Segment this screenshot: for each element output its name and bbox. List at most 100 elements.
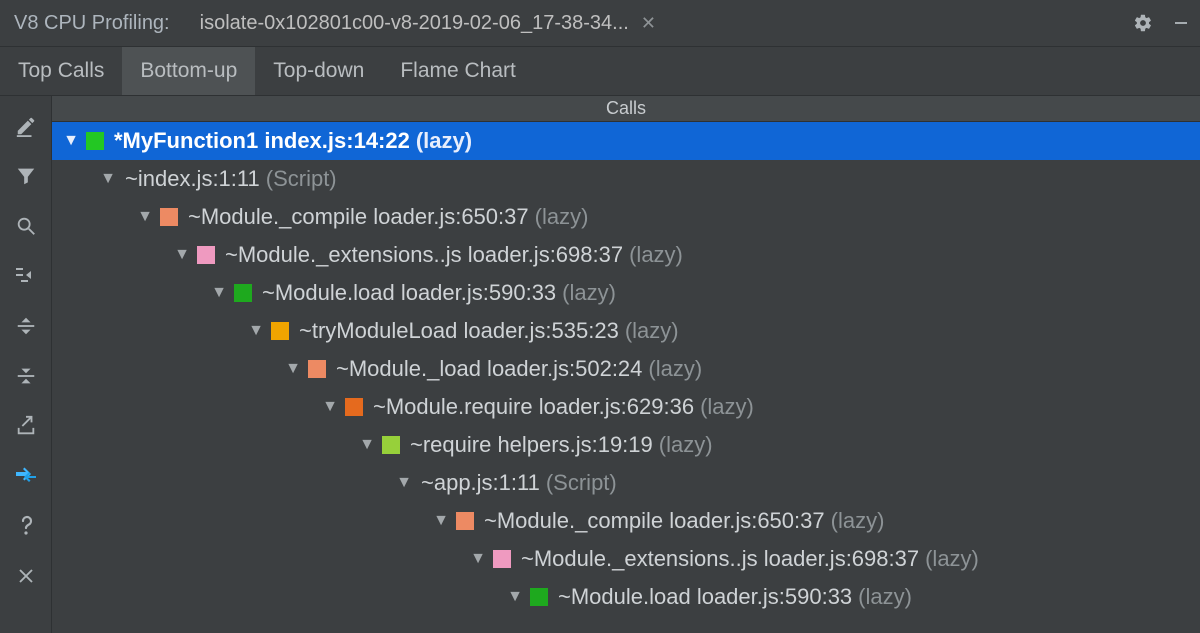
- call-suffix: (lazy): [535, 204, 589, 230]
- tree-row[interactable]: ▼ ~require helpers.js:19:19 (lazy): [52, 426, 1200, 464]
- call-name: ~tryModuleLoad loader.js:535:23: [299, 318, 619, 344]
- collapse-all-button[interactable]: [6, 356, 46, 396]
- gear-icon: [1133, 13, 1153, 33]
- call-name: ~require helpers.js:19:19: [410, 432, 653, 458]
- close-tab-icon[interactable]: ✕: [641, 13, 656, 34]
- tab-label: Bottom-up: [140, 59, 237, 83]
- expand-arrow-icon[interactable]: ▼: [60, 132, 82, 150]
- expand-arrow-icon[interactable]: ▼: [282, 360, 304, 378]
- tree-row[interactable]: ▼ ~app.js:1:11 (Script): [52, 464, 1200, 502]
- tab-flame-chart[interactable]: Flame Chart: [382, 47, 534, 95]
- close-icon: [17, 567, 35, 585]
- call-suffix: (lazy): [625, 318, 679, 344]
- color-swatch: [234, 284, 252, 302]
- expand-arrow-icon[interactable]: ▼: [393, 474, 415, 492]
- tree-row[interactable]: ▼ ~Module.require loader.js:629:36 (lazy): [52, 388, 1200, 426]
- tree-row[interactable]: ▼ ~Module._extensions..js loader.js:698:3…: [52, 236, 1200, 274]
- expand-arrow-icon[interactable]: ▼: [319, 398, 341, 416]
- profile-file-tab[interactable]: isolate-0x102801c00-v8-2019-02-06_17-38-…: [184, 0, 672, 46]
- color-swatch: [493, 550, 511, 568]
- tree-row[interactable]: ▼ *MyFunction1 index.js:14:22 (lazy): [52, 122, 1200, 160]
- call-tree[interactable]: ▼ *MyFunction1 index.js:14:22 (lazy) ▼ ~ind…: [52, 122, 1200, 633]
- call-suffix: (lazy): [858, 584, 912, 610]
- call-name: *MyFunction1 index.js:14:22: [114, 128, 410, 154]
- call-name: ~index.js:1:11: [125, 166, 260, 192]
- panel-title: V8 CPU Profiling:: [0, 0, 184, 46]
- call-name: ~app.js:1:11: [421, 470, 540, 496]
- tab-label: Top-down: [273, 59, 364, 83]
- expand-all-button[interactable]: [6, 306, 46, 346]
- tab-top-down[interactable]: Top-down: [255, 47, 382, 95]
- search-button[interactable]: [6, 206, 46, 246]
- collapse-tree-icon: [14, 265, 38, 287]
- expand-arrow-icon[interactable]: ▼: [245, 322, 267, 340]
- collapse-all-icon: [15, 365, 37, 387]
- call-name: ~Module.load loader.js:590:33: [262, 280, 556, 306]
- tree-row[interactable]: ▼~Module.load loader.js:590:33 (lazy): [52, 274, 1200, 312]
- call-suffix: (lazy): [700, 394, 754, 420]
- export-button[interactable]: [6, 406, 46, 446]
- tree-row[interactable]: ▼ ~Module._load loader.js:502:24 (lazy): [52, 350, 1200, 388]
- export-icon: [15, 415, 37, 437]
- color-swatch: [197, 246, 215, 264]
- color-swatch: [456, 512, 474, 530]
- minimize-button[interactable]: [1162, 0, 1200, 46]
- tab-bottom-up[interactable]: Bottom-up: [122, 47, 255, 95]
- call-name: ~Module._extensions..js loader.js:698:37: [225, 242, 623, 268]
- filter-button[interactable]: [6, 156, 46, 196]
- profiler-panel: V8 CPU Profiling: isolate-0x102801c00-v8…: [0, 0, 1200, 633]
- search-icon: [15, 215, 37, 237]
- call-suffix: (Script): [266, 166, 337, 192]
- expand-all-icon: [15, 315, 37, 337]
- side-toolbar: [0, 96, 52, 633]
- title-bar: V8 CPU Profiling: isolate-0x102801c00-v8…: [0, 0, 1200, 46]
- expand-arrow-icon[interactable]: ▼: [171, 246, 193, 264]
- tree-row[interactable]: ▼~Module._compile loader.js:650:37 (lazy…: [52, 502, 1200, 540]
- profile-file-label: isolate-0x102801c00-v8-2019-02-06_17-38-…: [200, 12, 629, 35]
- call-suffix: (Script): [546, 470, 617, 496]
- tree-row[interactable]: ▼~Module._compile loader.js:650:37 (lazy…: [52, 198, 1200, 236]
- tree-row[interactable]: ▼ ~tryModuleLoad loader.js:535:23 (lazy): [52, 312, 1200, 350]
- expand-arrow-icon[interactable]: ▼: [467, 550, 489, 568]
- expand-arrow-icon[interactable]: ▼: [504, 588, 526, 606]
- view-tabs: Top Calls Bottom-up Top-down Flame Chart: [0, 46, 1200, 96]
- expand-arrow-icon[interactable]: ▼: [356, 436, 378, 454]
- pencil-icon: [15, 115, 37, 137]
- call-name: ~Module._load loader.js:502:24: [336, 356, 642, 382]
- minimize-icon: [1172, 14, 1190, 32]
- call-name: ~Module.require loader.js:629:36: [373, 394, 694, 420]
- expand-arrow-icon[interactable]: ▼: [97, 170, 119, 188]
- settings-button[interactable]: [1124, 0, 1162, 46]
- color-swatch: [86, 132, 104, 150]
- expand-arrow-icon[interactable]: ▼: [134, 208, 156, 226]
- calls-area: Calls ▼ *MyFunction1 index.js:14:22 (lazy…: [52, 96, 1200, 633]
- color-swatch: [345, 398, 363, 416]
- close-panel-button[interactable]: [6, 556, 46, 596]
- color-swatch: [530, 588, 548, 606]
- tab-label: Top Calls: [18, 59, 104, 83]
- call-suffix: (lazy): [648, 356, 702, 382]
- call-suffix: (lazy): [659, 432, 713, 458]
- tree-row[interactable]: ▼ ~Module._extensions..js loader.js:698:3…: [52, 540, 1200, 578]
- call-suffix: (lazy): [925, 546, 979, 572]
- color-swatch: [308, 360, 326, 378]
- tree-row[interactable]: ▼ ~index.js:1:11 (Script): [52, 160, 1200, 198]
- call-name: ~Module.load loader.js:590:33: [558, 584, 852, 610]
- call-suffix: (lazy): [831, 508, 885, 534]
- tree-row[interactable]: ▼ ~Module.load loader.js:590:33 (lazy): [52, 578, 1200, 616]
- edit-button[interactable]: [6, 106, 46, 146]
- expand-arrow-icon[interactable]: ▼: [208, 284, 230, 302]
- question-icon: [16, 514, 36, 538]
- tab-top-calls[interactable]: Top Calls: [0, 47, 122, 95]
- call-name: ~Module._extensions..js loader.js:698:37: [521, 546, 919, 572]
- compare-button[interactable]: [6, 456, 46, 496]
- call-suffix: (lazy): [629, 242, 683, 268]
- compare-icon: [14, 465, 38, 487]
- expand-arrow-icon[interactable]: ▼: [430, 512, 452, 530]
- call-suffix: (lazy): [416, 128, 472, 154]
- calls-column-header[interactable]: Calls: [52, 96, 1200, 122]
- collapse-recursive-button[interactable]: [6, 256, 46, 296]
- help-button[interactable]: [6, 506, 46, 546]
- tab-label: Flame Chart: [400, 59, 516, 83]
- color-swatch: [160, 208, 178, 226]
